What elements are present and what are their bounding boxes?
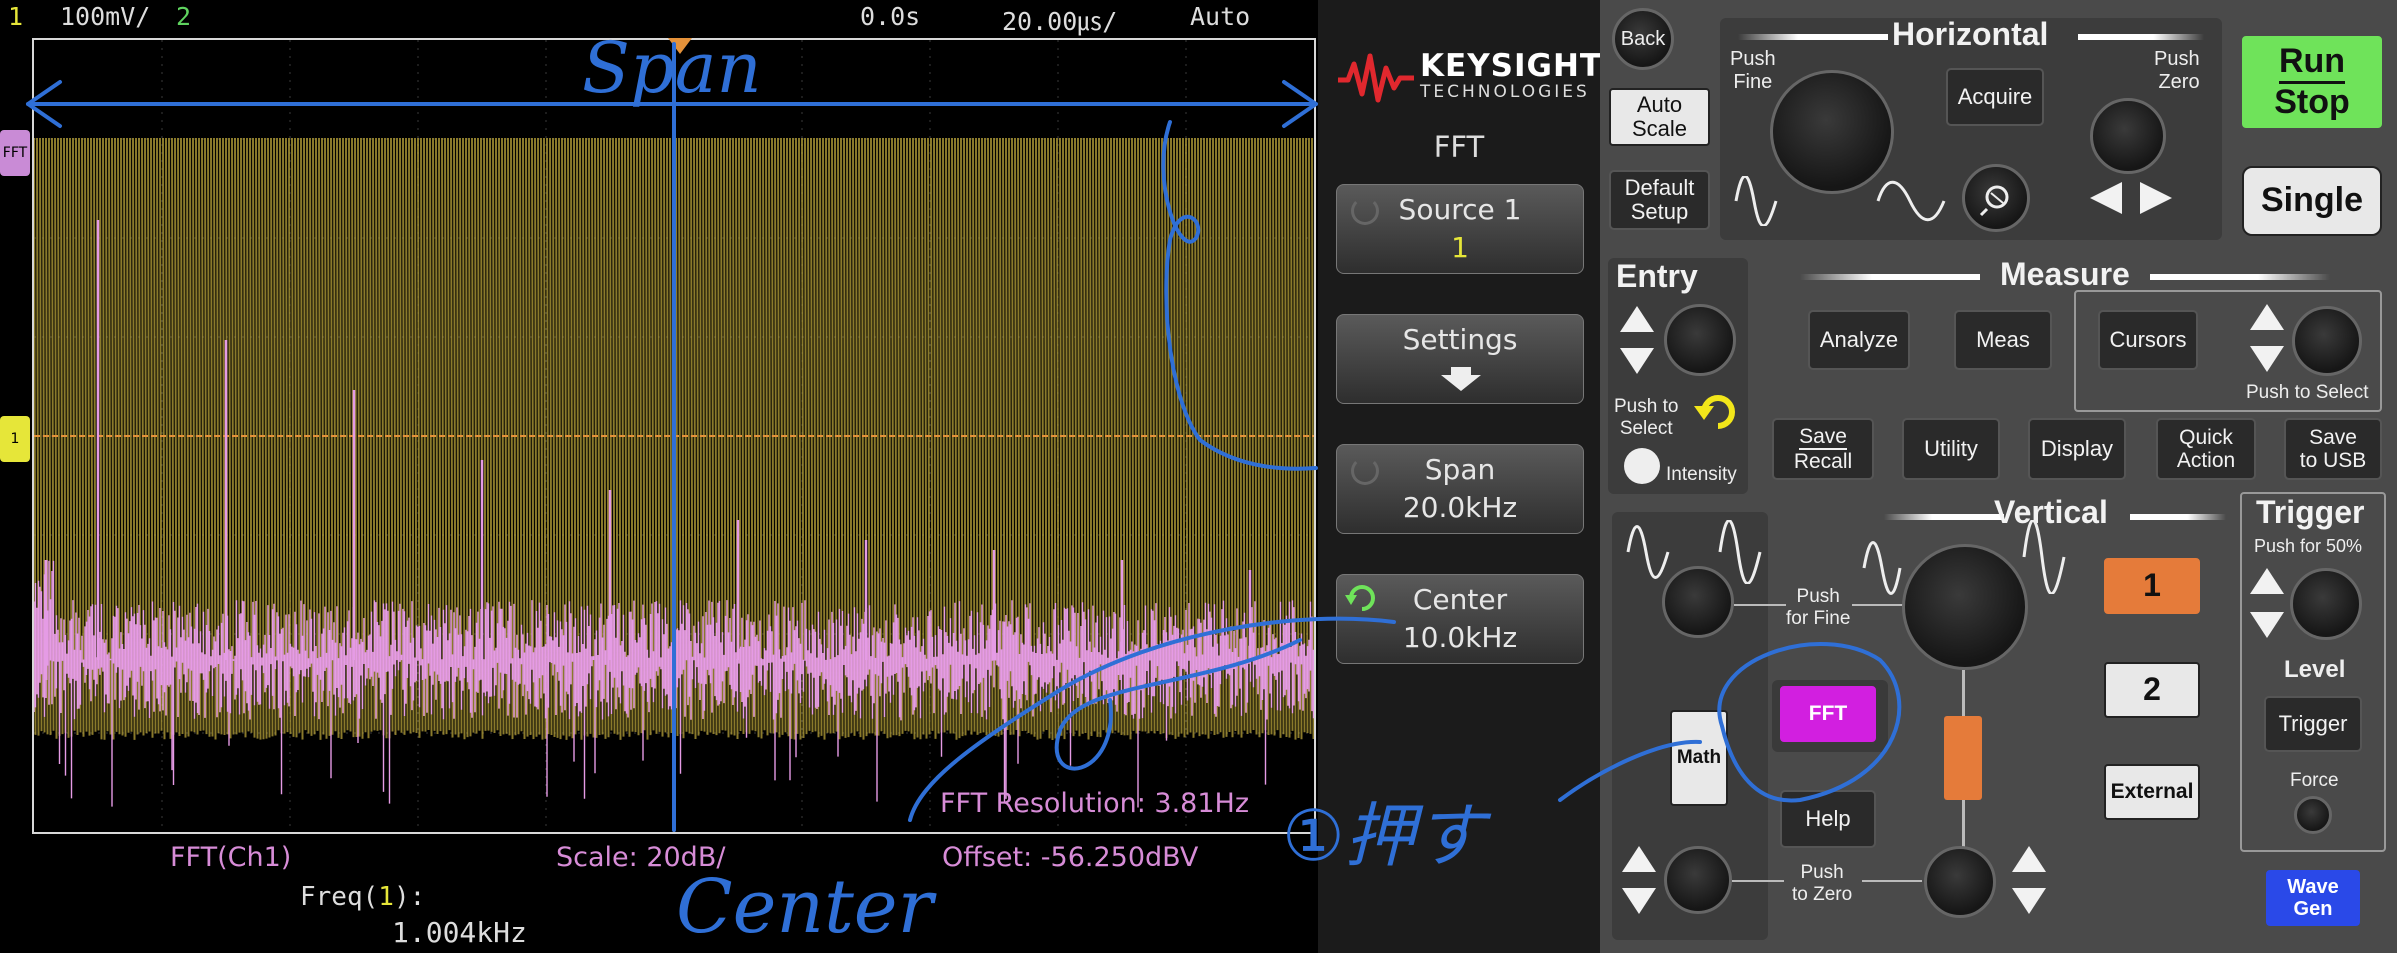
handwritten-annotations: Span Center ①押す [26,27,1902,950]
span-pointer [1161,120,1318,471]
press-annotation: ①押す [1282,795,1492,877]
fft-pointer [1558,739,1702,802]
fft-highlight-circle [1717,642,1902,803]
center-pointer [908,616,1396,822]
span-annotation: Span [582,27,762,109]
center-annotation: Center [676,864,938,950]
